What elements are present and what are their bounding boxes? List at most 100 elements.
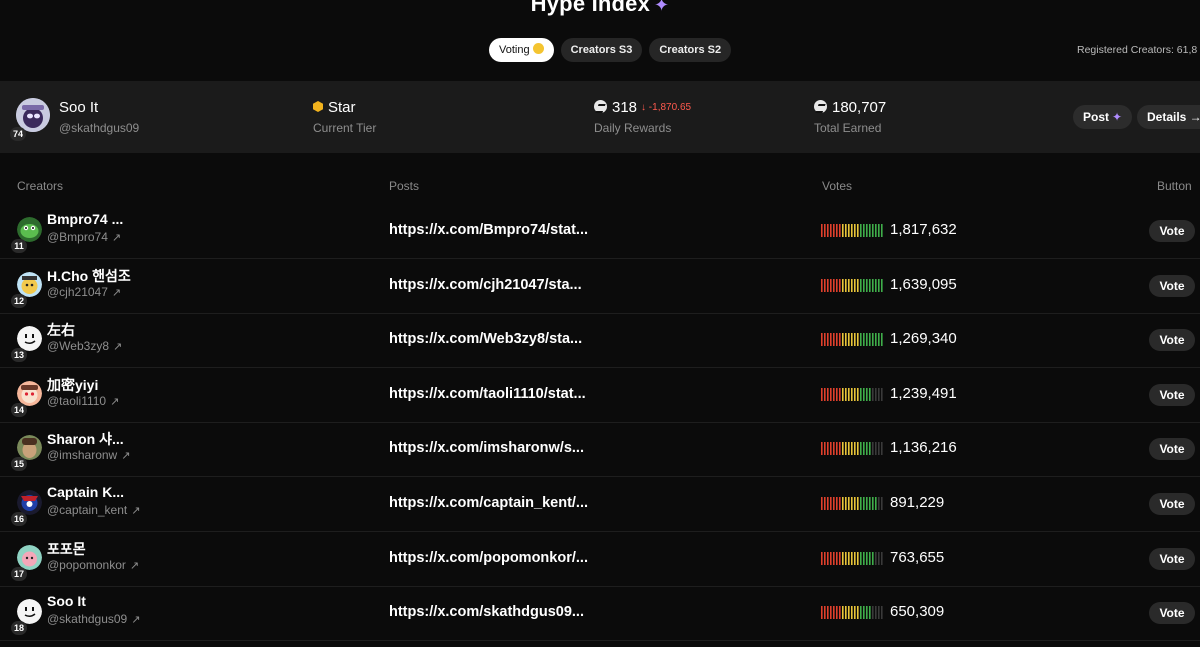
tab-voting[interactable]: Voting: [489, 38, 554, 62]
creator-avatar[interactable]: 15: [11, 435, 42, 472]
creator-handle-link[interactable]: @taoli1110 ↗: [47, 394, 119, 408]
creator-avatar[interactable]: 13: [11, 326, 42, 363]
vote-meter-segment: [866, 497, 868, 510]
external-link-icon: ↗: [113, 341, 123, 354]
vote-meter-segment: [845, 387, 847, 401]
post-button[interactable]: Post ✦: [1073, 105, 1133, 129]
vote-meter-segment: [857, 442, 859, 456]
details-button[interactable]: Details →: [1137, 105, 1200, 129]
vote-meter-segment: [863, 224, 865, 237]
registered-creators-count: Registered Creators: 61,8: [1077, 44, 1198, 56]
vote-meter-segment: [830, 551, 832, 565]
creator-avatar[interactable]: 11: [11, 217, 42, 253]
vote-meter-segment: [851, 224, 853, 237]
creator-avatar[interactable]: 16: [11, 490, 42, 526]
vote-meter-segment: [827, 387, 829, 401]
vote-button[interactable]: Vote: [1149, 274, 1195, 297]
creator-avatar[interactable]: 17: [11, 544, 42, 581]
vote-meter-segment: [842, 442, 844, 456]
vote-meter-segment: [845, 442, 847, 456]
table-row: 15 Sharon 샤... @imsharonw ↗ https://x.com/im…: [0, 423, 1200, 478]
table-row: 17 포포몬 @popomonkor ↗ https://x.com/popomonko…: [0, 533, 1200, 587]
vote-button[interactable]: Vote: [1149, 329, 1195, 352]
vote-meter-segment: [839, 606, 841, 620]
creator-name[interactable]: H.Cho 핸섬조: [47, 266, 131, 286]
tier-value: Star: [313, 99, 356, 116]
token-icon: [814, 100, 827, 113]
user-avatar[interactable]: 74: [10, 98, 50, 141]
creator-name[interactable]: 左右: [47, 320, 75, 340]
creator-rank-badge: 17: [11, 566, 27, 581]
post-link[interactable]: https://x.com/cjh21047/sta...: [389, 277, 582, 293]
external-link-icon: ↗: [131, 505, 141, 517]
vote-meter-segment: [824, 278, 826, 292]
vote-meter-segment: [854, 606, 856, 620]
vote-meter-segment: [842, 278, 844, 292]
post-link[interactable]: https://x.com/Web3zy8/sta...: [389, 331, 582, 347]
table-row: 18 Soo It @skathdgus09 ↗ https://x.com/skath…: [0, 587, 1200, 642]
vote-meter-segment: [827, 278, 829, 292]
vote-meter-segment: [824, 497, 826, 510]
vote-meter-segment: [866, 606, 868, 620]
vote-meter-segment: [851, 442, 853, 456]
total-earned-value: 180,707: [814, 99, 886, 116]
vote-meter-segment: [848, 606, 850, 620]
post-link[interactable]: https://x.com/Bmpro74/stat...: [389, 222, 588, 238]
vote-meter: [821, 442, 883, 456]
vote-meter-segment: [845, 497, 847, 510]
creator-handle-link[interactable]: @skathdgus09 ↗: [47, 612, 140, 626]
tab-creators-s3[interactable]: Creators S3: [560, 38, 643, 62]
creator-handle-link[interactable]: @imsharonw ↗: [47, 448, 130, 462]
creator-handle-link[interactable]: @Bmpro74 ↗: [47, 230, 121, 244]
creator-name[interactable]: 포포몬: [47, 539, 86, 559]
vote-meter: [821, 551, 883, 565]
creator-name[interactable]: Bmpro74 ...: [47, 211, 123, 227]
post-link[interactable]: https://x.com/popomonkor/...: [389, 550, 588, 566]
vote-meter-segment: [854, 333, 856, 347]
creator-rank-badge: 18: [11, 621, 27, 636]
vote-meter-segment: [872, 497, 874, 510]
vote-button[interactable]: Vote: [1149, 547, 1195, 570]
vote-count: 891,229: [890, 494, 945, 511]
vote-count: 763,655: [890, 548, 945, 566]
post-link[interactable]: https://x.com/taoli1110/stat...: [389, 386, 586, 402]
creator-avatar[interactable]: 18: [11, 599, 42, 636]
vote-meter-segment: [824, 606, 826, 620]
external-link-icon: ↗: [111, 232, 122, 244]
vote-button[interactable]: Vote: [1149, 220, 1195, 242]
vote-button[interactable]: Vote: [1149, 602, 1195, 625]
vote-button[interactable]: Vote: [1149, 493, 1195, 515]
creator-handle-link[interactable]: @cjh21047 ↗: [47, 285, 121, 299]
vote-meter-segment: [854, 497, 856, 510]
creator-handle-link[interactable]: @captain_kent ↗: [47, 503, 140, 517]
vote-meter-segment: [833, 497, 835, 510]
vote-meter-segment: [830, 333, 832, 347]
vote-meter-segment: [881, 333, 883, 347]
creator-name[interactable]: Captain K...: [47, 484, 124, 500]
creator-name[interactable]: 加密yiyi: [47, 375, 98, 395]
vote-meter-segment: [878, 606, 880, 620]
vote-meter-segment: [869, 551, 871, 565]
daily-rewards-value: 318 ↓ -1,870.65: [594, 99, 691, 116]
column-header-votes: Votes: [822, 179, 853, 193]
creator-handle-link[interactable]: @Web3zy8 ↗: [47, 339, 122, 353]
post-link[interactable]: https://x.com/captain_kent/...: [389, 495, 588, 511]
vote-meter-segment: [842, 606, 844, 620]
vote-meter-segment: [854, 442, 856, 456]
vote-meter: [821, 333, 883, 347]
vote-meter-segment: [851, 333, 853, 347]
creator-rank-badge: 13: [11, 348, 27, 363]
tab-creators-s2[interactable]: Creators S2: [649, 38, 732, 62]
post-link[interactable]: https://x.com/imsharonw/s...: [389, 440, 584, 456]
vote-meter-segment: [824, 333, 826, 347]
vote-meter-segment: [881, 278, 883, 292]
vote-button[interactable]: Vote: [1149, 383, 1195, 406]
vote-button[interactable]: Vote: [1149, 438, 1195, 461]
creator-avatar[interactable]: 14: [11, 380, 42, 417]
creator-avatar[interactable]: 12: [11, 271, 42, 308]
creator-name[interactable]: Sharon 샤...: [47, 429, 124, 449]
creator-name[interactable]: Soo It: [47, 593, 86, 609]
table-row: 11 Bmpro74 ... @Bmpro74 ↗ https://x.com/Bmpr…: [0, 205, 1200, 259]
creator-handle-link[interactable]: @popomonkor ↗: [47, 558, 139, 572]
post-link[interactable]: https://x.com/skathdgus09...: [389, 604, 584, 620]
